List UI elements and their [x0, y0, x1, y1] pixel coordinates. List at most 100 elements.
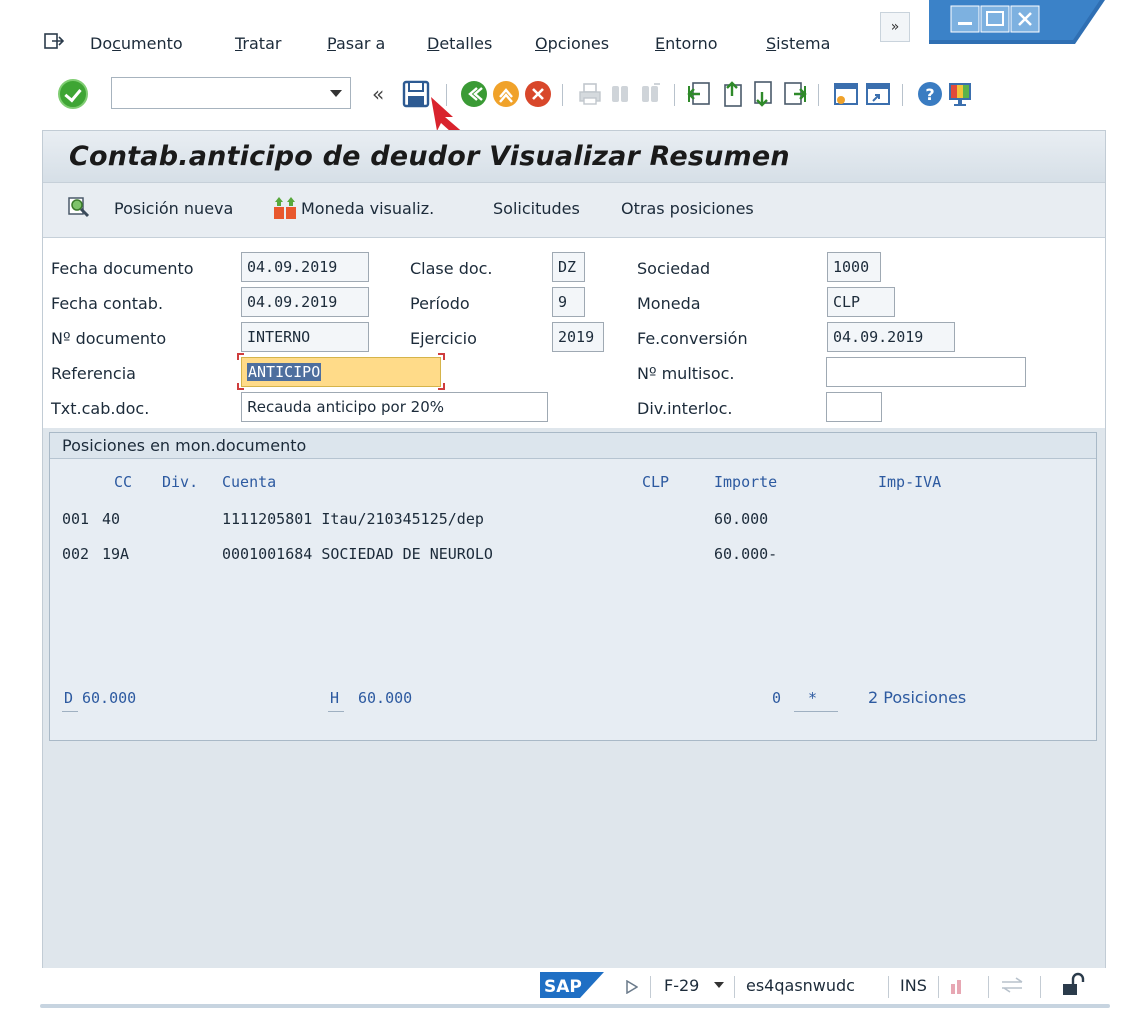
post-date-field[interactable]: 04.09.2019: [241, 287, 369, 317]
print-icon[interactable]: [576, 80, 604, 108]
collapse-command-button[interactable]: «: [372, 82, 384, 106]
status-separator: [650, 976, 651, 998]
column-header-cc: CC: [114, 473, 133, 491]
new-session-icon[interactable]: [832, 80, 860, 108]
menu-label: ratar: [242, 34, 282, 53]
previous-page-icon[interactable]: [718, 80, 746, 108]
status-separator: [938, 976, 939, 998]
back-icon[interactable]: [460, 80, 488, 108]
menu-tratar[interactable]: Tratar: [235, 34, 281, 53]
partner-div-field[interactable]: [826, 392, 882, 422]
performance-icon[interactable]: [948, 976, 968, 996]
period-label: Período: [410, 294, 470, 313]
requests-button[interactable]: Solicitudes: [493, 199, 580, 218]
menu-mnemonic: D: [427, 34, 440, 53]
row-account: 0001001684 SOCIEDAD DE NEUROLO: [222, 545, 493, 563]
row-amount: 60.000-: [714, 545, 778, 563]
row-cc: 19A: [102, 545, 130, 563]
currency-button[interactable]: Moneda visualiz.: [301, 199, 434, 218]
divider: [794, 711, 838, 712]
next-page-icon[interactable]: [748, 80, 776, 108]
column-header-div: Div.: [162, 473, 199, 491]
menu-detalles[interactable]: Detalles: [427, 34, 492, 53]
menu-mnemonic: E: [655, 34, 666, 53]
doc-type-field[interactable]: DZ: [552, 252, 585, 282]
menu-documento[interactable]: Documento: [90, 34, 183, 53]
menu-sistema[interactable]: Sistema: [766, 34, 830, 53]
cross-company-field[interactable]: [826, 357, 1026, 387]
menu-label: etalles: [439, 34, 493, 53]
new-item-button[interactable]: Posición nueva: [114, 199, 233, 218]
window-controls: [929, 0, 1105, 44]
row-account: 1111205801 Itau/210345125/dep: [222, 510, 484, 528]
menu-mnemonic: S: [766, 34, 777, 53]
debit-total: 60.000: [82, 689, 137, 707]
toggle-icon[interactable]: [1000, 976, 1026, 996]
post-date-label: Fecha contab.: [51, 294, 164, 313]
find-icon[interactable]: [606, 80, 634, 108]
chevron-down-icon[interactable]: [714, 982, 724, 988]
status-separator: [888, 976, 889, 998]
insert-mode[interactable]: INS: [900, 976, 927, 995]
last-page-icon[interactable]: [780, 80, 808, 108]
company-field[interactable]: 1000: [827, 252, 881, 282]
focus-corner: [237, 353, 244, 360]
menu-bar: Documento Tratar Pasar a Detalles Opcion…: [0, 0, 1130, 70]
doc-number-field[interactable]: INTERNO: [241, 322, 369, 352]
menu-label: istema: [776, 34, 831, 53]
toolbar-separator: [902, 84, 903, 106]
menu-overflow-button[interactable]: »: [880, 12, 910, 42]
menu-label: ntorno: [665, 34, 718, 53]
server-name: es4qasnwudc: [746, 976, 855, 995]
menu-label: Do: [90, 34, 113, 53]
unlock-icon[interactable]: [1060, 972, 1086, 998]
cancel-icon[interactable]: [524, 80, 552, 108]
enter-button[interactable]: [58, 79, 88, 109]
new-item-icon[interactable]: [67, 195, 91, 219]
currency-icon[interactable]: [272, 195, 298, 221]
debit-label: D: [64, 689, 74, 707]
play-icon[interactable]: [626, 980, 638, 994]
save-icon[interactable]: [402, 80, 430, 108]
balance-flag: *: [808, 689, 818, 707]
row-number: 002: [62, 545, 90, 563]
command-input[interactable]: [112, 78, 312, 108]
reference-field[interactable]: ANTICIPO: [241, 357, 441, 387]
fiscal-year-field[interactable]: 2019: [552, 322, 604, 352]
item-count: 2 Posiciones: [868, 688, 967, 707]
chevron-down-icon[interactable]: [330, 90, 342, 97]
find-next-icon[interactable]: [636, 80, 664, 108]
divider: [62, 711, 78, 712]
focus-corner: [438, 383, 445, 390]
application-toolbar: Posición nueva Moneda visualiz. Solicitu…: [43, 183, 1105, 238]
divider: [328, 711, 344, 712]
header-text-field[interactable]: Recauda anticipo por 20%: [241, 392, 548, 422]
currency-field[interactable]: CLP: [827, 287, 895, 317]
menu-entorno[interactable]: Entorno: [655, 34, 718, 53]
divider: [40, 1004, 1110, 1008]
page-title: Contab.anticipo de deudor Visualizar Res…: [69, 141, 790, 172]
shortcut-icon[interactable]: [864, 80, 892, 108]
other-items-button[interactable]: Otras posiciones: [621, 199, 754, 218]
exit-icon[interactable]: [492, 80, 520, 108]
menu-exit-icon[interactable]: [44, 32, 64, 50]
first-page-icon[interactable]: [686, 80, 714, 108]
doc-date-field[interactable]: 04.09.2019: [241, 252, 369, 282]
menu-mnemonic: P: [327, 34, 336, 53]
command-field[interactable]: [111, 77, 351, 109]
status-separator: [734, 976, 735, 998]
status-separator: [1040, 976, 1041, 998]
balance-value: 0: [772, 689, 782, 707]
transaction-code[interactable]: F-29: [664, 976, 699, 995]
svg-text:SAP: SAP: [544, 977, 582, 997]
status-separator: [988, 976, 989, 998]
focus-corner: [237, 383, 244, 390]
menu-opciones[interactable]: Opciones: [535, 34, 609, 53]
conversion-date-field[interactable]: 04.09.2019: [827, 322, 955, 352]
menu-pasar-a[interactable]: Pasar a: [327, 34, 385, 53]
help-icon[interactable]: ?: [916, 80, 944, 108]
toolbar-separator: [818, 84, 819, 106]
period-field[interactable]: 9: [552, 287, 585, 317]
customize-layout-icon[interactable]: [946, 80, 974, 108]
menu-mnemonic: O: [535, 34, 548, 53]
